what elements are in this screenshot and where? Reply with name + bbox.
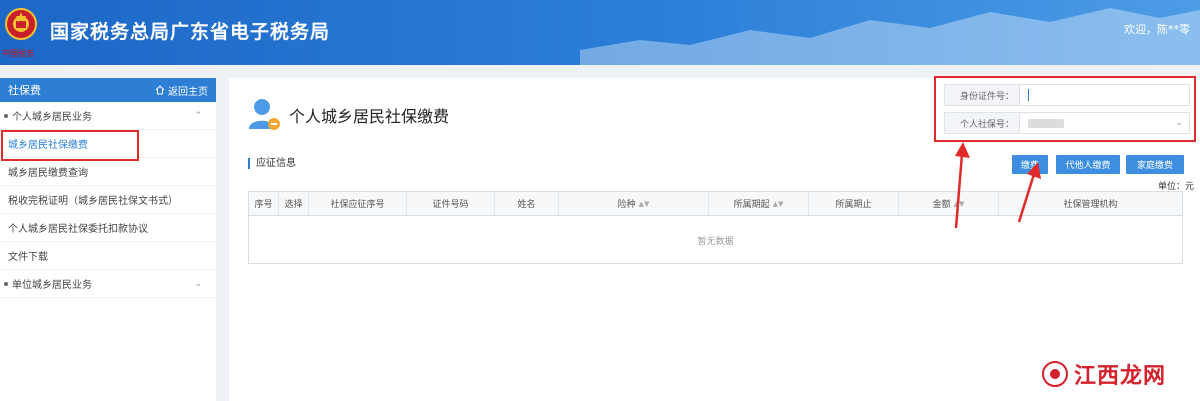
return-home-link[interactable]: 返回主页	[155, 83, 208, 98]
sidebar-group-personal[interactable]: 个人城乡居民业务 ⌃	[0, 102, 216, 130]
sidebar-item-label: 文件下载	[8, 252, 48, 263]
site-watermark: 江西龙网	[1041, 358, 1166, 390]
column-header: 序号	[249, 192, 279, 215]
sidebar-title: 社保费	[8, 84, 41, 97]
id-number-label: 身份证件号：	[945, 85, 1020, 105]
sidebar-header: 社保费 返回主页	[0, 78, 216, 102]
sidebar-item-file-download[interactable]: 文件下载	[0, 242, 216, 270]
sidebar-item-debit-agreement[interactable]: 个人城乡居民社保委托扣款协议	[0, 214, 216, 242]
sidebar-item-label: 税收完税证明（城乡居民社保文书式）	[8, 196, 178, 207]
sort-icon: ▲▼	[772, 199, 784, 208]
highlight-box-sidebar	[1, 130, 139, 161]
sidebar-item-label: 单位城乡居民业务	[12, 280, 92, 291]
watermark-logo-icon	[1041, 361, 1068, 387]
section-label: 应征信息	[248, 158, 296, 169]
sidebar-item-tax-certificate[interactable]: 税收完税证明（城乡居民社保文书式）	[0, 186, 216, 214]
family-pay-button[interactable]: 家庭缴费	[1126, 155, 1184, 174]
query-form-highlight: 身份证件号： 个人社保号： ⌄	[934, 76, 1196, 142]
column-header: 社保应征序号	[309, 192, 407, 215]
column-header-sortable[interactable]: 险种 ▲▼	[559, 192, 709, 215]
chevron-up-icon: ⌃	[194, 111, 202, 121]
bullet-icon	[4, 113, 8, 118]
sidebar-group-unit[interactable]: 单位城乡居民业务 ⌄	[0, 270, 216, 298]
annotation-arrow-icon	[1017, 162, 1041, 223]
great-wall-graphic	[580, 8, 1200, 65]
sidebar-item-label: 个人城乡居民业务	[12, 112, 92, 123]
social-number-row: 个人社保号： ⌄	[944, 112, 1190, 134]
emblem-caption: 中国税务	[2, 49, 34, 58]
proxy-pay-button[interactable]: 代他人缴费	[1056, 155, 1120, 174]
text-cursor	[1028, 89, 1029, 101]
sort-icon: ▲▼	[638, 199, 650, 208]
column-header: 证件号码	[407, 192, 495, 215]
return-home-label: 返回主页	[168, 86, 208, 98]
annotation-arrow-icon	[954, 142, 970, 229]
column-header: 选择	[279, 192, 309, 215]
blurred-value	[1028, 118, 1064, 128]
column-header-sortable[interactable]: 所属期起 ▲▼	[709, 192, 809, 215]
tax-emblem-icon	[5, 8, 37, 40]
social-number-select[interactable]: ⌄	[1020, 113, 1189, 133]
top-header: 中国税务 国家税务总局广东省电子税务局 欢迎，陈**零	[0, 0, 1200, 65]
welcome-user[interactable]: 欢迎，陈**零	[1124, 21, 1190, 37]
sidebar-item-label: 个人城乡居民社保委托扣款协议	[8, 224, 148, 235]
id-number-row: 身份证件号：	[944, 84, 1190, 106]
watermark-text: 江西龙网	[1073, 364, 1166, 389]
chevron-down-icon: ⌄	[1175, 118, 1183, 128]
social-number-label: 个人社保号：	[945, 113, 1020, 133]
column-header: 姓名	[495, 192, 559, 215]
chevron-down-icon: ⌄	[194, 279, 202, 289]
id-number-input[interactable]	[1020, 85, 1189, 105]
sidebar-item-label: 城乡居民缴费查询	[8, 168, 88, 179]
page-title: 个人城乡居民社保缴费	[289, 107, 450, 126]
sidebar-item-pay-query[interactable]: 城乡居民缴费查询	[0, 158, 216, 186]
column-header: 所属期止	[809, 192, 899, 215]
site-title: 国家税务总局广东省电子税务局	[50, 21, 331, 43]
home-icon	[155, 85, 165, 95]
bullet-icon	[4, 281, 8, 286]
sidebar: 社保费 返回主页 个人城乡居民业务 ⌃ 城乡居民社保缴费 城乡居民缴费查询 税收…	[0, 78, 216, 401]
person-icon	[249, 99, 280, 130]
